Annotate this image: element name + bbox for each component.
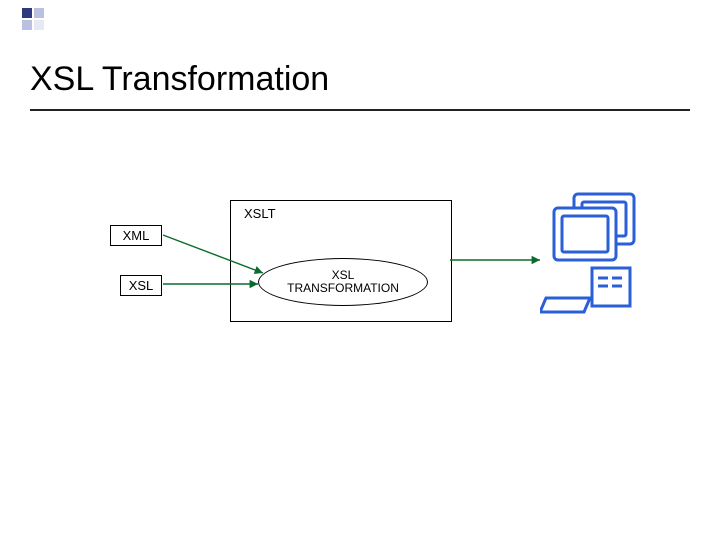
transformation-ellipse: XSL TRANSFORMATION (258, 258, 428, 306)
xslt-label: XSLT (244, 206, 276, 221)
computer-icon (540, 190, 650, 320)
xml-input-box: XML (110, 225, 162, 246)
transform-label-line2: TRANSFORMATION (287, 281, 399, 295)
transform-label-line1: XSL (332, 268, 355, 282)
xsl-input-box: XSL (120, 275, 162, 296)
xsl-transformation-diagram: XML XSL XSLT XSL TRANSFORMATION (0, 0, 720, 540)
